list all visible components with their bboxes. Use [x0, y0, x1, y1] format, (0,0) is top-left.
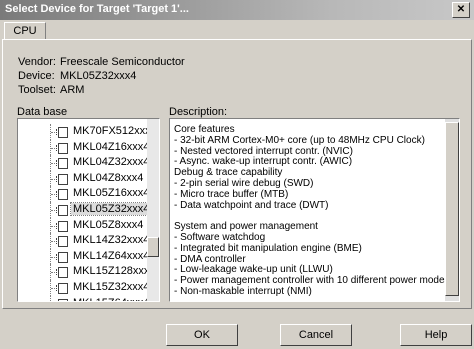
tab-cpu[interactable]: CPU: [4, 22, 46, 39]
device-label: Device:: [18, 70, 55, 82]
device-list-scroll-thumb[interactable]: [147, 237, 159, 257]
device-value: MKL05Z32xxx4: [60, 70, 137, 82]
list-item[interactable]: MKL04Z8xxx4: [18, 170, 145, 187]
list-item-label: MKL15Z128xxx4: [73, 265, 156, 278]
list-item[interactable]: MKL15Z128xxx4: [18, 264, 156, 280]
toolset-value: ARM: [60, 84, 85, 96]
description-box[interactable]: Core features - 32-bit ARM Cortex-M0+ cor…: [169, 118, 460, 302]
list-item[interactable]: MKL14Z64xxx4: [18, 248, 149, 265]
device-list-items: MK70FX512xxx15 MKL04Z16xxx4 MKL04Z32xxx4 MK…: [18, 124, 159, 301]
chip-icon: [56, 142, 68, 154]
ok-button[interactable]: OK: [166, 324, 238, 346]
chip-icon: [56, 236, 68, 248]
toolset-label: Toolset:: [18, 84, 56, 96]
vendor-label: Vendor:: [18, 56, 56, 68]
device-list[interactable]: MK70FX512xxx15 MKL04Z16xxx4 MKL04Z32xxx4 MK…: [17, 118, 160, 302]
list-item-label: MKL04Z16xxx4: [73, 140, 150, 153]
list-item[interactable]: MKL04Z16xxx4: [18, 139, 149, 156]
description-text: Core features - 32-bit ARM Cortex-M0+ cor…: [174, 124, 450, 298]
title-bar[interactable]: Select Device for Target 'Target 1'... ✕: [0, 0, 474, 20]
description-label: Description:: [169, 106, 228, 118]
cancel-button[interactable]: Cancel: [280, 324, 352, 346]
chip-icon: [56, 189, 68, 201]
list-item-label: MKL15Z32xxx4: [73, 280, 150, 293]
chip-icon: [56, 127, 68, 138]
chip-icon: [56, 251, 68, 263]
chip-icon: [56, 158, 68, 170]
list-item[interactable]: MKL14Z32xxx4: [18, 233, 149, 249]
list-item[interactable]: MKL15Z32xxx4: [18, 279, 149, 296]
list-item-label: MKL05Z16xxx4: [73, 187, 150, 200]
description-line: - Non-maskable interrupt (NMI): [174, 285, 312, 297]
chip-icon: [56, 282, 68, 294]
description-line: - 32-bit ARM Cortex-M0+ core (up to 48MH…: [174, 134, 425, 146]
description-scroll-thumb[interactable]: [445, 122, 459, 296]
list-item[interactable]: MK70FX512xxx15: [18, 124, 159, 140]
list-item[interactable]: MKL05Z32xxx4: [18, 201, 153, 218]
list-item[interactable]: MKL15Z64xxx4: [18, 295, 149, 301]
device-list-scrollbar[interactable]: [147, 119, 159, 301]
chip-icon: [56, 173, 68, 185]
list-item-label: MKL15Z64xxx4: [71, 297, 151, 301]
window-title: Select Device for Target 'Target 1'...: [5, 3, 189, 15]
list-item-label: MKL04Z8xxx4: [73, 171, 144, 184]
close-button[interactable]: ✕: [452, 2, 470, 18]
description-line: - Micro trace buffer (MTB): [174, 188, 289, 200]
list-item-label: MKL14Z32xxx4: [73, 234, 150, 247]
list-item-label: MKL04Z32xxx4: [73, 156, 150, 169]
description-scrollbar[interactable]: [445, 119, 459, 301]
list-item-label: MKL05Z32xxx4: [69, 201, 153, 216]
vendor-value: Freescale Semiconductor: [60, 56, 185, 68]
list-item-label: MKL14Z64xxx4: [73, 249, 150, 262]
help-button[interactable]: Help: [400, 324, 472, 346]
list-item[interactable]: MKL05Z8xxx4: [18, 217, 145, 234]
close-icon: ✕: [456, 4, 466, 15]
list-item[interactable]: MKL04Z32xxx4: [18, 155, 149, 171]
chip-icon: [56, 204, 68, 216]
chip-icon: [56, 267, 68, 279]
description-line: - Integrated bit manipulation engine (BM…: [174, 242, 362, 254]
database-label: Data base: [17, 106, 68, 118]
chip-icon: [56, 220, 68, 232]
chip-icon: [56, 298, 68, 301]
list-item-label: MKL05Z8xxx4: [73, 218, 144, 231]
tree-line: [50, 295, 52, 301]
description-line: - Data watchpoint and trace (DWT): [174, 199, 329, 211]
list-item[interactable]: MKL05Z16xxx4: [18, 186, 149, 202]
